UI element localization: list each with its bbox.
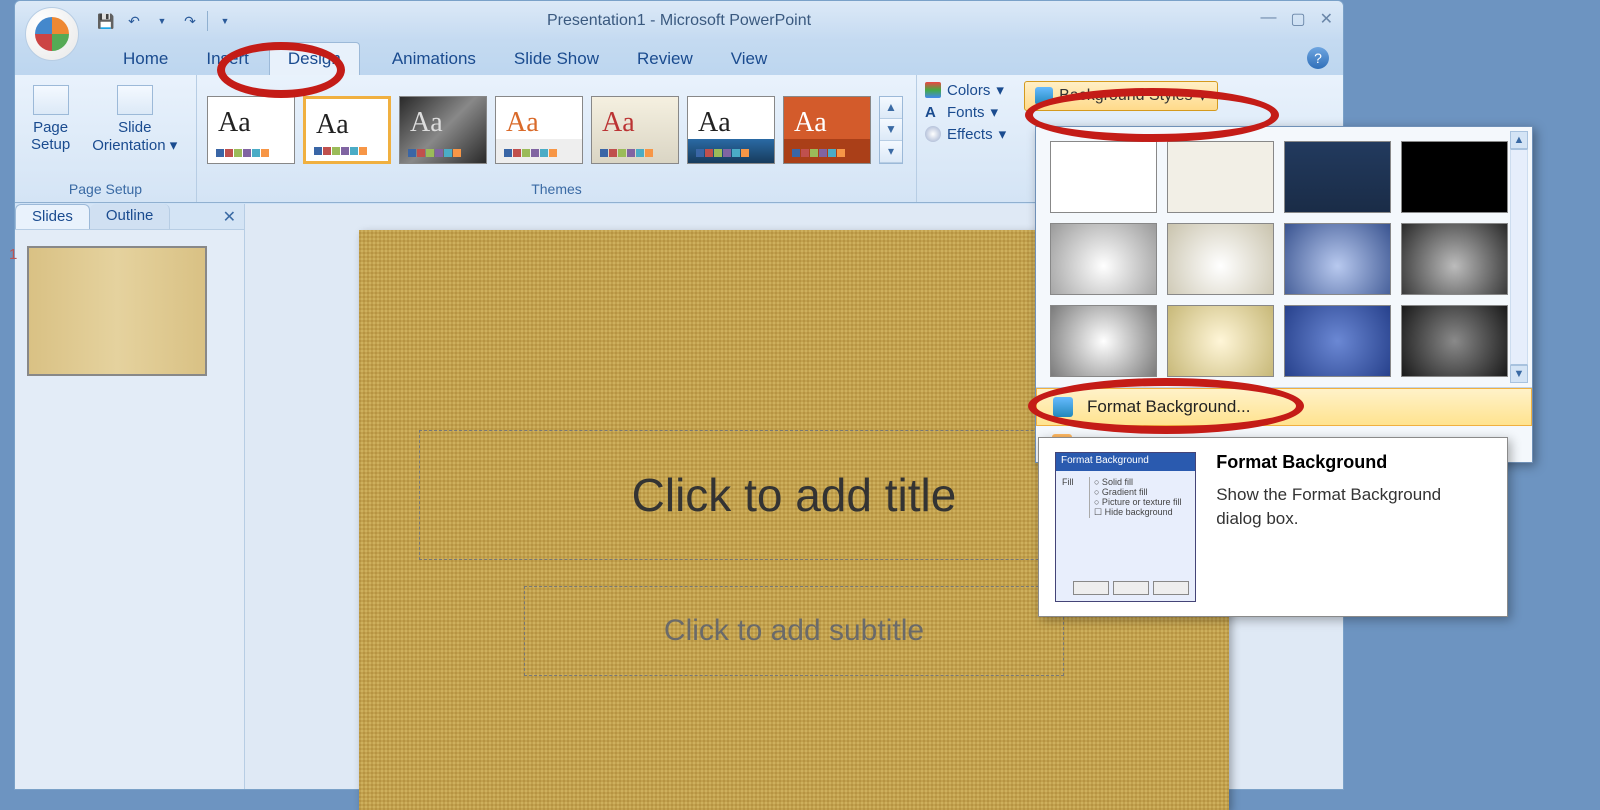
save-icon[interactable]: 💾 bbox=[95, 10, 117, 32]
subtitle-placeholder[interactable]: Click to add subtitle bbox=[524, 586, 1064, 676]
slide-orientation-icon bbox=[117, 85, 153, 115]
window-title: Presentation1 - Microsoft PowerPoint bbox=[547, 12, 811, 30]
colors-button[interactable]: Colors ▾ bbox=[925, 81, 1006, 99]
background-swatch-5[interactable] bbox=[1050, 223, 1157, 295]
format-background-tooltip: Format Background Fill○ Solid fill○ Grad… bbox=[1038, 437, 1508, 617]
background-styles-icon bbox=[1035, 87, 1053, 105]
fonts-button[interactable]: AFonts ▾ bbox=[925, 103, 1006, 121]
slide-thumbnail-1[interactable] bbox=[27, 246, 207, 376]
background-swatch-6[interactable] bbox=[1167, 223, 1274, 295]
background-swatch-1[interactable] bbox=[1050, 141, 1157, 213]
title-bar: 💾 ↶ ▼ ↷ ▼ Presentation1 - Microsoft Powe… bbox=[15, 1, 1343, 41]
side-tab-outline[interactable]: Outline bbox=[90, 204, 171, 229]
office-button[interactable] bbox=[25, 7, 79, 61]
group-page-setup: Page Setup Slide Orientation ▾ Page Setu… bbox=[15, 75, 197, 202]
colors-icon bbox=[925, 82, 941, 98]
tooltip-text: Show the Format Background dialog box. bbox=[1216, 483, 1491, 531]
theme-thumbnail-4[interactable]: Aa bbox=[495, 96, 583, 164]
background-grid: ▲▼ bbox=[1036, 127, 1532, 387]
side-tabs: Slides Outline ✕ bbox=[15, 204, 244, 230]
scroll-down-icon[interactable]: ▼ bbox=[1510, 365, 1528, 383]
theme-thumbnail-6[interactable]: Aa bbox=[687, 96, 775, 164]
theme-thumbnail-5[interactable]: Aa bbox=[591, 96, 679, 164]
themes-scroll[interactable]: ▲▼▾ bbox=[879, 96, 903, 164]
theme-thumbnail-1[interactable]: Aa bbox=[207, 96, 295, 164]
fonts-icon: A bbox=[925, 104, 941, 121]
background-swatch-8[interactable] bbox=[1401, 223, 1508, 295]
tab-animations[interactable]: Animations bbox=[362, 43, 494, 75]
group-theme-options: Colors ▾ AFonts ▾ Effects ▾ bbox=[917, 75, 1014, 202]
maximize-button[interactable]: ▢ bbox=[1290, 9, 1305, 29]
bg-grid-scrollbar[interactable]: ▲▼ bbox=[1510, 131, 1528, 383]
background-swatch-12[interactable] bbox=[1401, 305, 1508, 377]
theme-thumbnail-2[interactable]: Aa bbox=[303, 96, 391, 164]
qat-customize-icon[interactable]: ▼ bbox=[214, 10, 236, 32]
help-icon[interactable]: ? bbox=[1307, 47, 1329, 69]
background-swatch-10[interactable] bbox=[1167, 305, 1274, 377]
background-swatch-7[interactable] bbox=[1284, 223, 1391, 295]
group-label-themes: Themes bbox=[207, 178, 906, 200]
scroll-up-icon[interactable]: ▲ bbox=[1510, 131, 1528, 149]
undo-icon[interactable]: ↶ bbox=[123, 10, 145, 32]
tab-view[interactable]: View bbox=[713, 43, 786, 75]
page-setup-icon bbox=[33, 85, 69, 115]
slide-orientation-button[interactable]: Slide Orientation ▾ bbox=[86, 81, 183, 178]
background-styles-dropdown: ▲▼ Format Background... Reset Slide Back… bbox=[1035, 126, 1533, 463]
tab-design[interactable]: Design bbox=[269, 42, 360, 75]
group-label-page-setup: Page Setup bbox=[25, 178, 186, 200]
office-logo-icon bbox=[35, 17, 69, 51]
side-tab-slides[interactable]: Slides bbox=[15, 204, 90, 229]
ribbon-tabs: Home Insert Design Animations Slide Show… bbox=[15, 41, 1343, 75]
tooltip-title: Format Background bbox=[1216, 452, 1491, 473]
window-controls: — ▢ ✕ bbox=[1260, 9, 1333, 29]
background-styles-button[interactable]: Background Styles ▾ bbox=[1024, 81, 1217, 111]
qat-separator bbox=[207, 11, 208, 31]
undo-dropdown-icon[interactable]: ▼ bbox=[151, 10, 173, 32]
format-background-icon bbox=[1053, 397, 1073, 417]
tab-review[interactable]: Review bbox=[619, 43, 711, 75]
background-swatch-3[interactable] bbox=[1284, 141, 1391, 213]
background-swatch-4[interactable] bbox=[1401, 141, 1508, 213]
theme-thumbnail-7[interactable]: Aa bbox=[783, 96, 871, 164]
tab-insert[interactable]: Insert bbox=[188, 43, 267, 75]
tooltip-preview-image: Format Background Fill○ Solid fill○ Grad… bbox=[1055, 452, 1196, 602]
slide-number-label: 1 bbox=[9, 246, 17, 263]
redo-icon[interactable]: ↷ bbox=[179, 10, 201, 32]
tab-home[interactable]: Home bbox=[105, 43, 186, 75]
effects-icon bbox=[925, 126, 941, 142]
slides-panel: Slides Outline ✕ 1 bbox=[15, 204, 245, 789]
page-setup-button[interactable]: Page Setup bbox=[25, 81, 76, 178]
effects-button[interactable]: Effects ▾ bbox=[925, 125, 1006, 143]
background-swatch-2[interactable] bbox=[1167, 141, 1274, 213]
background-swatch-11[interactable] bbox=[1284, 305, 1391, 377]
background-swatch-9[interactable] bbox=[1050, 305, 1157, 377]
theme-thumbnail-3[interactable]: Aa bbox=[399, 96, 487, 164]
group-themes: AaAaAaAaAaAaAa▲▼▾ Themes bbox=[197, 75, 917, 202]
close-button[interactable]: ✕ bbox=[1320, 9, 1333, 29]
side-panel-close-icon[interactable]: ✕ bbox=[215, 204, 244, 229]
tab-slideshow[interactable]: Slide Show bbox=[496, 43, 617, 75]
quick-access-toolbar: 💾 ↶ ▼ ↷ ▼ bbox=[95, 10, 236, 32]
format-background-menu-item[interactable]: Format Background... bbox=[1036, 388, 1532, 426]
scroll-track[interactable] bbox=[1510, 149, 1528, 365]
minimize-button[interactable]: — bbox=[1260, 9, 1276, 29]
